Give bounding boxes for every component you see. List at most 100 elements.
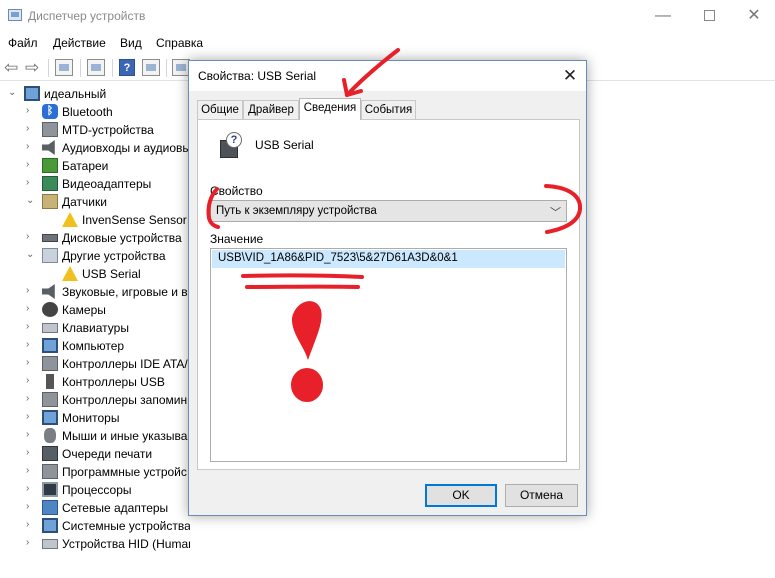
unknown-device-icon: ? bbox=[218, 132, 244, 162]
details-panel: ? USB Serial Свойство Путь к экземпляру … bbox=[197, 119, 580, 470]
dialog-title: Свойства: USB Serial bbox=[198, 69, 317, 83]
cancel-button[interactable]: Отмена bbox=[505, 484, 578, 507]
tree-item-label: Сетевые адаптеры bbox=[62, 501, 169, 515]
monitor-icon bbox=[42, 410, 58, 425]
display-adapter-icon bbox=[42, 176, 58, 191]
collapse-icon[interactable]: ⌄ bbox=[8, 87, 18, 99]
value-row-selected[interactable]: USB\VID_1A86&PID_7523\5&27D61A3D&0&1 bbox=[212, 250, 565, 268]
tree-item-label: Мыши и иные указыва bbox=[62, 429, 188, 443]
keyboard-icon bbox=[42, 323, 58, 333]
menu-action[interactable]: Действие bbox=[53, 36, 106, 50]
hid-icon bbox=[42, 539, 58, 549]
menu-file[interactable]: Файл bbox=[8, 36, 38, 50]
ide-controller-icon bbox=[42, 356, 58, 371]
expand-icon[interactable]: › bbox=[26, 303, 36, 315]
dialog-title-bar: Свойства: USB Serial ✕ bbox=[189, 61, 586, 91]
device-name: USB Serial bbox=[255, 138, 314, 152]
menu-help[interactable]: Справка bbox=[156, 36, 203, 50]
expand-icon[interactable]: › bbox=[26, 159, 36, 171]
properties-button[interactable] bbox=[87, 59, 105, 76]
ok-button[interactable]: OK bbox=[425, 484, 497, 507]
value-list[interactable]: USB\VID_1A86&PID_7523\5&27D61A3D&0&1 bbox=[210, 248, 567, 462]
expand-icon[interactable]: › bbox=[26, 537, 36, 549]
toolbar-separator bbox=[166, 59, 167, 77]
tree-item-label: Контроллеры USB bbox=[62, 375, 165, 389]
bluetooth-icon: ᛒ bbox=[42, 104, 58, 119]
expand-icon[interactable]: › bbox=[26, 339, 36, 351]
property-select[interactable]: Путь к экземпляру устройства ﹀ bbox=[210, 200, 567, 222]
expand-icon[interactable]: › bbox=[26, 357, 36, 369]
action-pane-button[interactable] bbox=[142, 59, 160, 76]
printer-icon bbox=[42, 446, 58, 461]
device-tree: ⌄ идеальный › ᛒ Bluetooth › MTD-устройства › А… bbox=[0, 85, 190, 578]
toolbar-separator bbox=[80, 59, 81, 77]
window-title: Диспетчер устройств bbox=[28, 9, 146, 23]
properties-dialog: Свойства: USB Serial ✕ Общие Драйвер Све… bbox=[188, 60, 587, 516]
camera-icon bbox=[42, 302, 58, 317]
property-label: Свойство bbox=[210, 184, 263, 198]
forward-button[interactable]: ⇨ bbox=[25, 59, 43, 76]
expand-icon[interactable]: › bbox=[26, 429, 36, 441]
storage-controller-icon bbox=[42, 392, 58, 407]
expand-icon[interactable]: › bbox=[26, 411, 36, 423]
tree-item-label: Датчики bbox=[62, 195, 107, 209]
tree-item-label: Звуковые, игровые и в bbox=[62, 285, 188, 299]
warning-device-icon bbox=[62, 266, 78, 281]
tree-root-label: идеальный bbox=[44, 87, 107, 101]
system-device-icon bbox=[42, 518, 58, 533]
collapse-icon[interactable]: ⌄ bbox=[26, 195, 36, 207]
expand-icon[interactable]: › bbox=[26, 447, 36, 459]
tab-events[interactable]: События bbox=[361, 100, 416, 119]
expand-icon[interactable]: › bbox=[26, 321, 36, 333]
maximize-button[interactable] bbox=[686, 0, 732, 32]
network-adapter-icon bbox=[42, 500, 58, 515]
expand-icon[interactable]: › bbox=[26, 393, 36, 405]
expand-icon[interactable]: › bbox=[26, 519, 36, 531]
expand-icon[interactable]: › bbox=[26, 483, 36, 495]
computer-icon bbox=[24, 86, 40, 101]
expand-icon[interactable]: › bbox=[26, 105, 36, 117]
battery-icon bbox=[42, 158, 58, 173]
expand-icon[interactable]: › bbox=[26, 285, 36, 297]
tree-item-label: Программные устройс bbox=[62, 465, 187, 479]
expand-icon[interactable]: › bbox=[26, 375, 36, 387]
mtd-device-icon bbox=[42, 122, 58, 137]
expand-icon[interactable]: › bbox=[26, 231, 36, 243]
menu-view[interactable]: Вид bbox=[120, 36, 142, 50]
tab-general[interactable]: Общие bbox=[197, 100, 243, 119]
collapse-icon[interactable]: ⌄ bbox=[26, 249, 36, 261]
expand-icon[interactable]: › bbox=[26, 177, 36, 189]
expand-icon[interactable]: › bbox=[26, 465, 36, 477]
dialog-close-button[interactable]: ✕ bbox=[558, 64, 582, 88]
value-label: Значение bbox=[210, 232, 264, 246]
software-device-icon bbox=[42, 464, 58, 479]
tab-driver[interactable]: Драйвер bbox=[243, 100, 299, 119]
disk-icon bbox=[42, 234, 58, 242]
cpu-icon bbox=[42, 482, 58, 497]
audio-icon bbox=[42, 140, 55, 155]
tree-item-label: Клавиатуры bbox=[62, 321, 129, 335]
maximize-icon bbox=[703, 10, 715, 22]
minimize-button[interactable]: — bbox=[640, 0, 686, 32]
toolbar-separator bbox=[112, 59, 113, 77]
device-manager-icon bbox=[8, 9, 22, 21]
tree-item-label: Камеры bbox=[62, 303, 106, 317]
close-button[interactable]: ✕ bbox=[731, 0, 775, 32]
tree-item-label: Аудиовходы и аудиовы bbox=[62, 141, 190, 155]
tree-item-label: Системные устройства bbox=[62, 519, 190, 533]
tree-item-label: Дисковые устройства bbox=[62, 231, 182, 245]
property-select-value: Путь к экземпляру устройства bbox=[216, 205, 377, 217]
title-bar: Диспетчер устройств — ✕ bbox=[0, 0, 775, 32]
expand-icon[interactable]: › bbox=[26, 141, 36, 153]
expand-icon[interactable]: › bbox=[26, 123, 36, 135]
tree-item-label: Компьютер bbox=[62, 339, 125, 353]
unknown-device-icon bbox=[42, 248, 58, 263]
show-hide-console-tree-button[interactable] bbox=[55, 59, 73, 76]
tree-item-label: Другие устройства bbox=[62, 249, 166, 263]
tree-item-label: Видеоадаптеры bbox=[62, 177, 152, 191]
tab-details[interactable]: Сведения bbox=[299, 98, 361, 120]
usb-icon bbox=[46, 374, 54, 389]
expand-icon[interactable]: › bbox=[26, 501, 36, 513]
back-button[interactable]: ⇦ bbox=[4, 59, 22, 76]
help-button[interactable]: ? bbox=[119, 59, 135, 76]
